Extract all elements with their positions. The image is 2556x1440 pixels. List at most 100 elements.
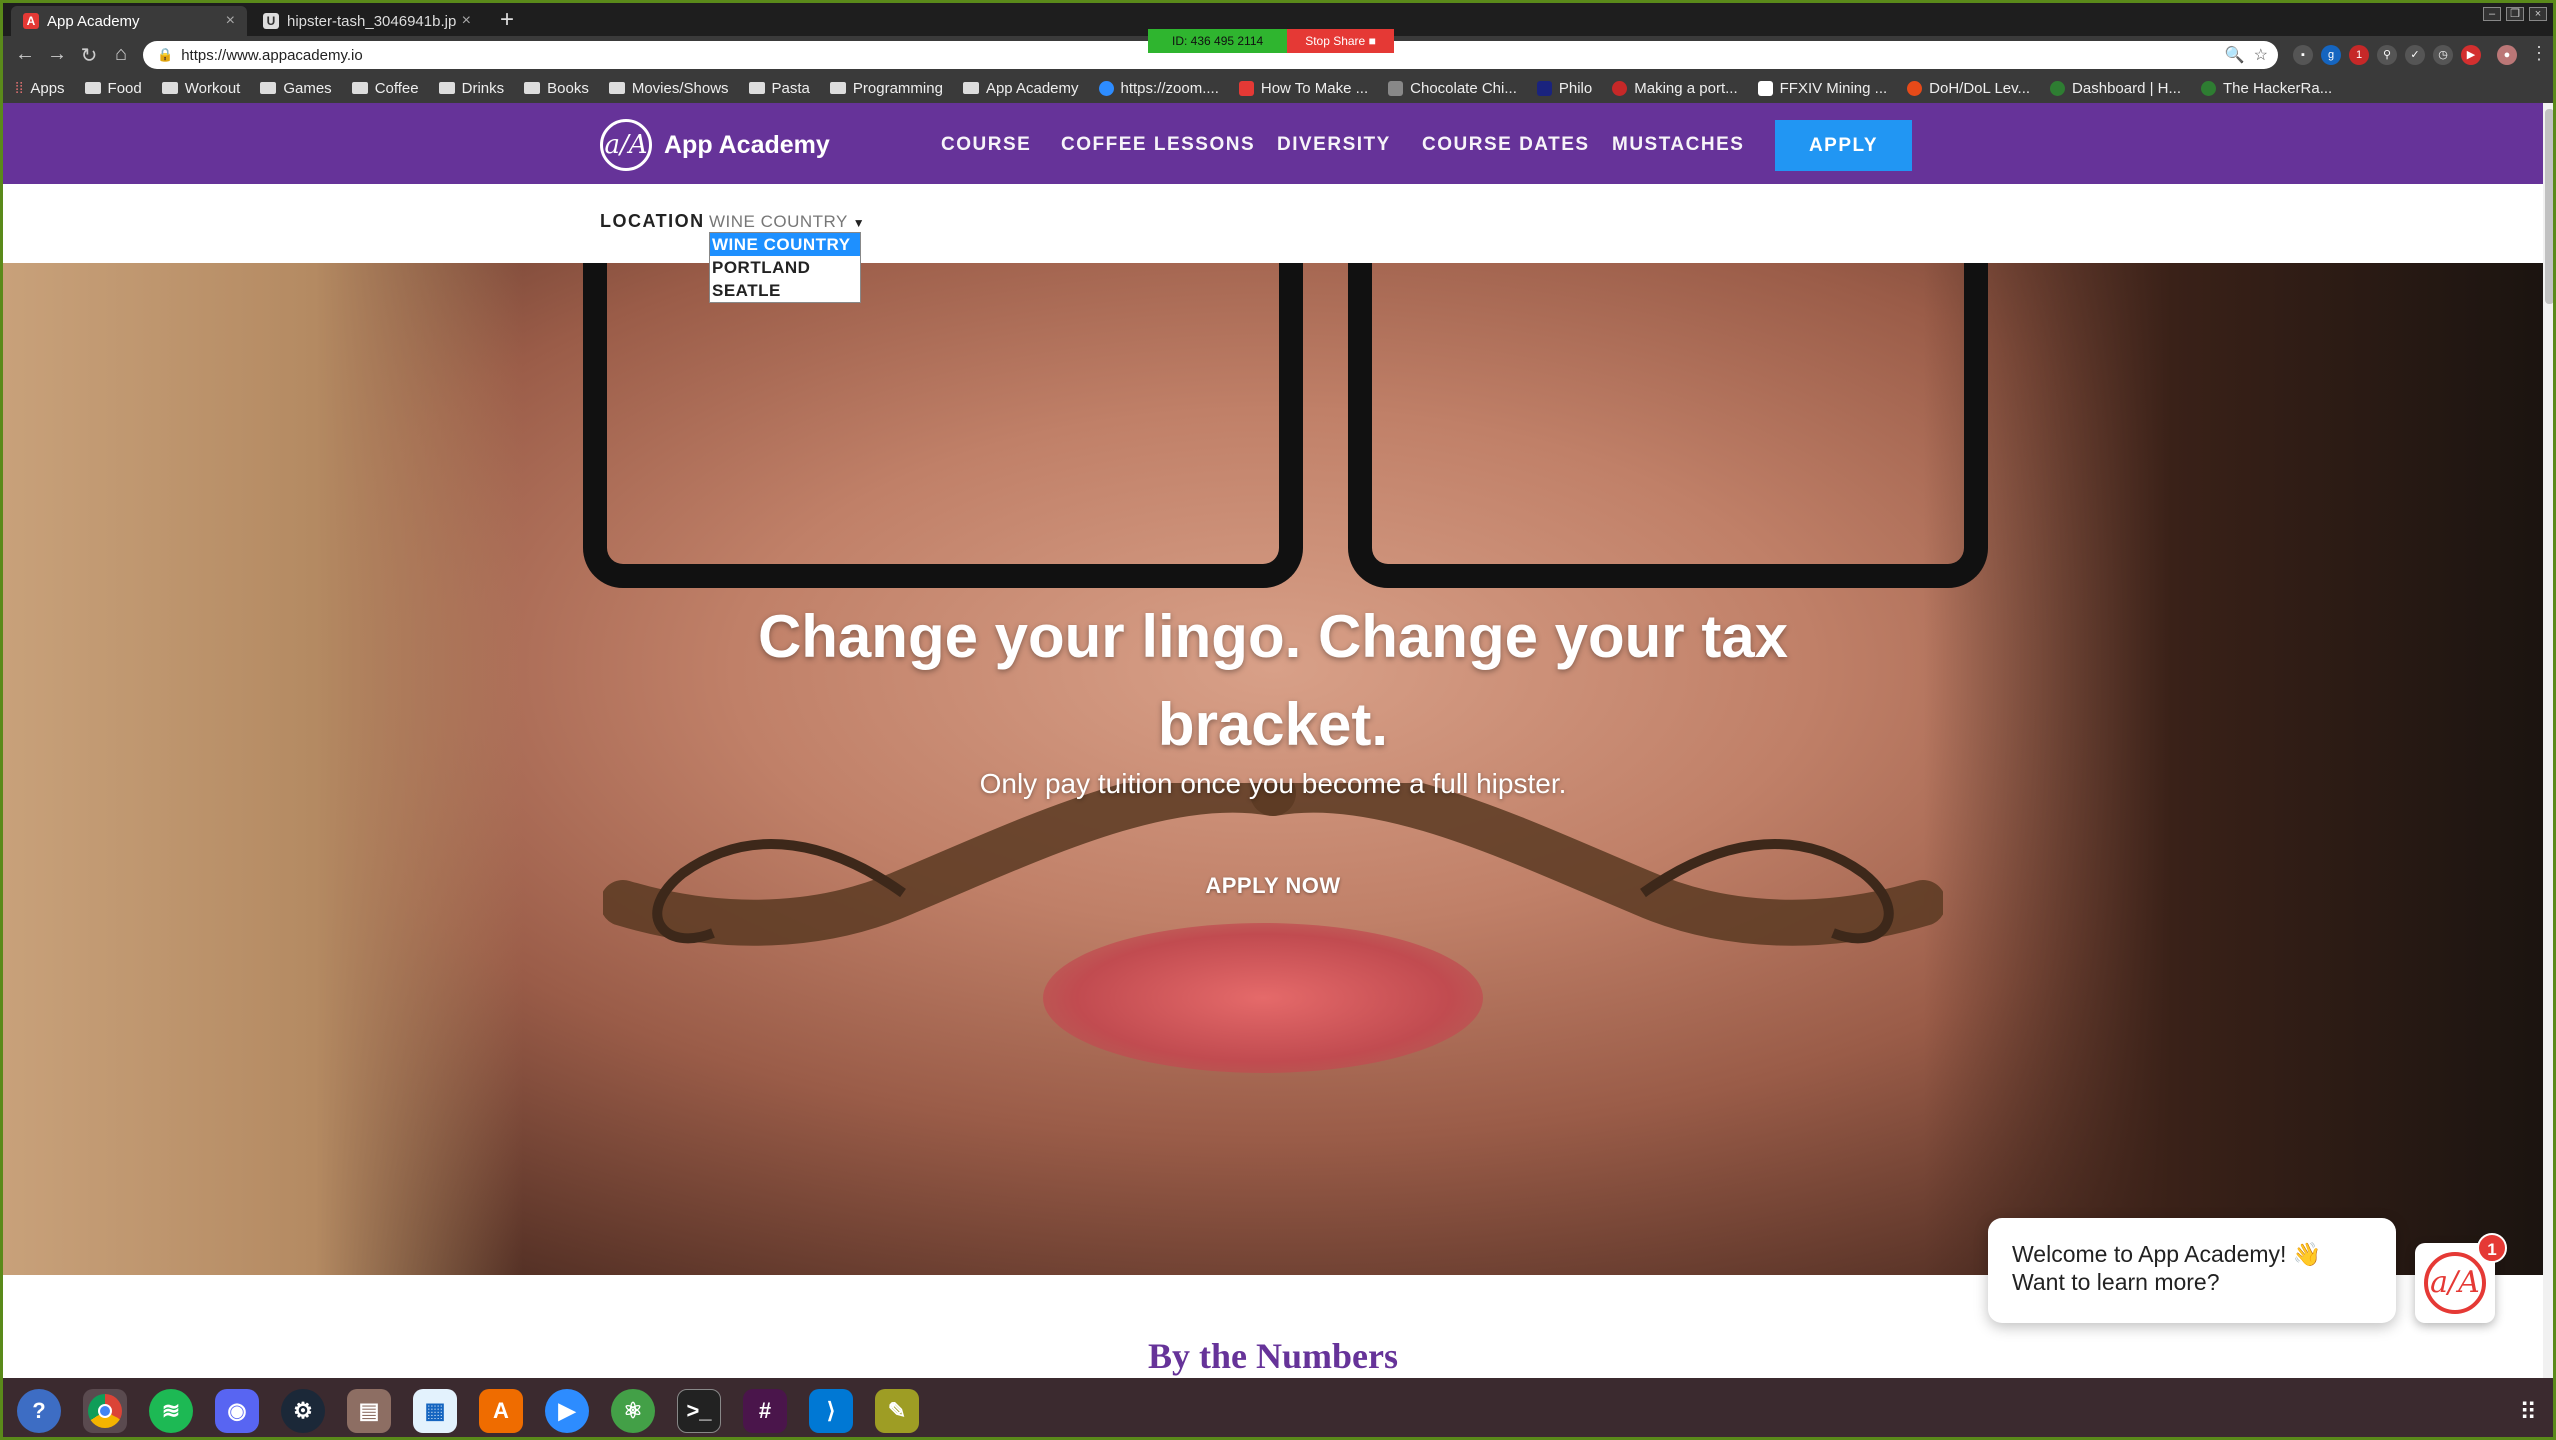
bookmark-philo[interactable]: Philo: [1536, 80, 1592, 97]
nav-diversity[interactable]: DIVERSITY: [1277, 134, 1391, 156]
scrollbar-thumb[interactable]: [2545, 109, 2553, 304]
chat-message-line2: Want to learn more?: [2012, 1269, 2220, 1295]
hero-background-right: [1923, 263, 2543, 1275]
bookmark-folder-food[interactable]: Food: [84, 80, 142, 97]
app-academy-logo-icon: a/A: [600, 119, 652, 171]
bookmark-doh-dol[interactable]: DoH/DoL Lev...: [1907, 80, 2030, 97]
page-scrollbar[interactable]: [2543, 103, 2553, 1378]
bookmark-label: Chocolate Chi...: [1410, 79, 1517, 97]
extension-search-icon[interactable]: ⚲: [2377, 45, 2397, 65]
steam-icon[interactable]: ⚙: [281, 1388, 325, 1433]
extension-check-icon[interactable]: ✓: [2405, 45, 2425, 65]
bookmark-label: Making a port...: [1634, 79, 1738, 97]
meeting-id: ID: 436 495 2114: [1148, 29, 1288, 53]
bookmark-label: How To Make ...: [1260, 79, 1369, 97]
bookmark-folder-books[interactable]: Books: [524, 80, 589, 97]
minimize-window-icon[interactable]: –: [2483, 7, 2501, 21]
extension-youtube-icon[interactable]: ▶: [2461, 45, 2481, 65]
bookmark-dashboard[interactable]: Dashboard | H...: [2050, 80, 2181, 97]
bookmark-making-portfolio[interactable]: Making a port...: [1612, 79, 1738, 97]
help-icon[interactable]: ?: [17, 1388, 61, 1433]
bookmark-folder-movies[interactable]: Movies/Shows: [608, 80, 729, 97]
apply-button[interactable]: APPLY: [1775, 120, 1912, 171]
location-option-seatle[interactable]: SEATLE: [710, 279, 860, 302]
extension-clock-icon[interactable]: ◷: [2433, 45, 2453, 65]
software-store-icon[interactable]: A: [479, 1388, 523, 1433]
bookmark-folder-pasta[interactable]: Pasta: [748, 80, 810, 97]
vscode-icon[interactable]: ⟩: [809, 1388, 853, 1433]
spotify-icon[interactable]: ≋: [149, 1388, 193, 1433]
chat-logo-icon: a/A: [2424, 1252, 2486, 1314]
lock-icon: 🔒: [157, 47, 174, 62]
youtube-favicon: [1238, 80, 1254, 96]
article-favicon: [1612, 80, 1628, 96]
restore-window-icon[interactable]: ❐: [2506, 7, 2524, 21]
close-tab-icon[interactable]: ×: [462, 12, 471, 30]
tab-app-academy[interactable]: A App Academy ×: [11, 6, 247, 36]
apps-grid-icon[interactable]: ⠿: [2519, 1398, 2537, 1427]
extension-chat-icon[interactable]: ▪: [2293, 45, 2313, 65]
hackerrank-favicon: [2201, 80, 2216, 96]
slack-icon[interactable]: #: [743, 1388, 787, 1433]
chat-message-line1: Welcome to App Academy! 👋: [2012, 1241, 2322, 1267]
bookmark-hackerrank[interactable]: The HackerRa...: [2201, 80, 2332, 97]
close-tab-icon[interactable]: ×: [226, 12, 235, 30]
bookmark-label: Games: [283, 79, 332, 97]
bookmark-apps[interactable]: ⁞⁞ Apps: [15, 80, 65, 97]
files-icon[interactable]: ▤: [347, 1388, 391, 1433]
bookmark-label: The HackerRa...: [2223, 79, 2333, 97]
zoom-and-star-icons[interactable]: 🔍 ☆: [2225, 45, 2268, 65]
bookmark-folder-workout[interactable]: Workout: [161, 80, 240, 97]
url-text: https://www.appacademy.io: [181, 46, 363, 64]
apps-grid-icon: ⁞⁞: [15, 79, 24, 97]
bookmark-folder-games[interactable]: Games: [260, 79, 332, 97]
bookmark-chocolate[interactable]: Chocolate Chi...: [1388, 80, 1517, 97]
discord-icon[interactable]: ◉: [215, 1388, 259, 1433]
new-tab-button[interactable]: +: [500, 7, 514, 33]
bookmark-zoom[interactable]: https://zoom....: [1098, 80, 1219, 97]
image-viewer-icon[interactable]: ✎: [875, 1388, 919, 1433]
close-window-icon[interactable]: ×: [2529, 7, 2547, 21]
extension-translate-icon[interactable]: g: [2321, 45, 2341, 65]
bookmark-folder-drinks[interactable]: Drinks: [438, 80, 504, 97]
location-option-wine-country[interactable]: WINE COUNTRY: [710, 233, 860, 256]
home-icon[interactable]: ⌂: [109, 43, 133, 66]
location-option-portland[interactable]: PORTLAND: [710, 256, 860, 279]
extension-badge-icon[interactable]: 1: [2349, 45, 2369, 65]
browser-menu-icon[interactable]: ⋮: [2527, 43, 2551, 64]
folder-icon: [438, 82, 455, 94]
atom-icon[interactable]: ⚛: [611, 1388, 655, 1433]
back-icon[interactable]: ←: [13, 43, 37, 66]
chrome-icon[interactable]: [83, 1388, 127, 1433]
location-bar: LOCATION WINE COUNTRY ▼ WINE COUNTRY POR…: [3, 184, 2543, 303]
zoom-icon[interactable]: ▶: [545, 1388, 589, 1433]
chat-unread-badge: 1: [2477, 1233, 2507, 1263]
bookmark-ffxiv[interactable]: FFXIV Mining ...: [1757, 80, 1887, 97]
nav-mustaches[interactable]: MUSTACHES: [1612, 134, 1744, 156]
site-logo[interactable]: a/A App Academy: [600, 119, 830, 171]
tab-title: App Academy: [47, 12, 140, 30]
apply-now-link[interactable]: APPLY NOW: [1133, 873, 1413, 899]
nav-course[interactable]: COURSE: [941, 134, 1031, 156]
nav-course-dates[interactable]: COURSE DATES: [1422, 134, 1590, 156]
bookmark-folder-app-academy[interactable]: App Academy: [962, 80, 1079, 97]
bookmark-folder-programming[interactable]: Programming: [829, 80, 943, 97]
bookmark-how-to-make[interactable]: How To Make ...: [1238, 79, 1369, 97]
terminal-icon[interactable]: >_: [677, 1388, 721, 1433]
profile-avatar[interactable]: ●: [2497, 45, 2517, 65]
stop-share-button[interactable]: Stop Share ■: [1287, 29, 1394, 53]
folder-icon: [608, 82, 625, 94]
location-select[interactable]: WINE COUNTRY ▼: [709, 212, 865, 232]
forward-icon[interactable]: →: [45, 43, 69, 66]
os-taskbar: ? ≋ ◉ ⚙ ▤ ▦ A ▶ ⚛ >_ # ⟩ ✎ ⠿: [3, 1378, 2553, 1437]
bookmark-folder-coffee[interactable]: Coffee: [351, 80, 419, 97]
hero-background-left: [3, 263, 523, 1275]
nav-coffee-lessons[interactable]: COFFEE LESSONS: [1061, 134, 1255, 156]
by-the-numbers-heading: By the Numbers: [1148, 1336, 1398, 1376]
tab-hipster-image[interactable]: U hipster-tash_3046941b.jp ×: [251, 6, 483, 36]
zoom-favicon: [1098, 80, 1114, 96]
chat-welcome-bubble[interactable]: Welcome to App Academy! 👋 Want to learn …: [1988, 1218, 2396, 1323]
folder-icon: [524, 82, 541, 94]
document-icon[interactable]: ▦: [413, 1388, 457, 1433]
reload-icon[interactable]: ↻: [77, 43, 101, 68]
